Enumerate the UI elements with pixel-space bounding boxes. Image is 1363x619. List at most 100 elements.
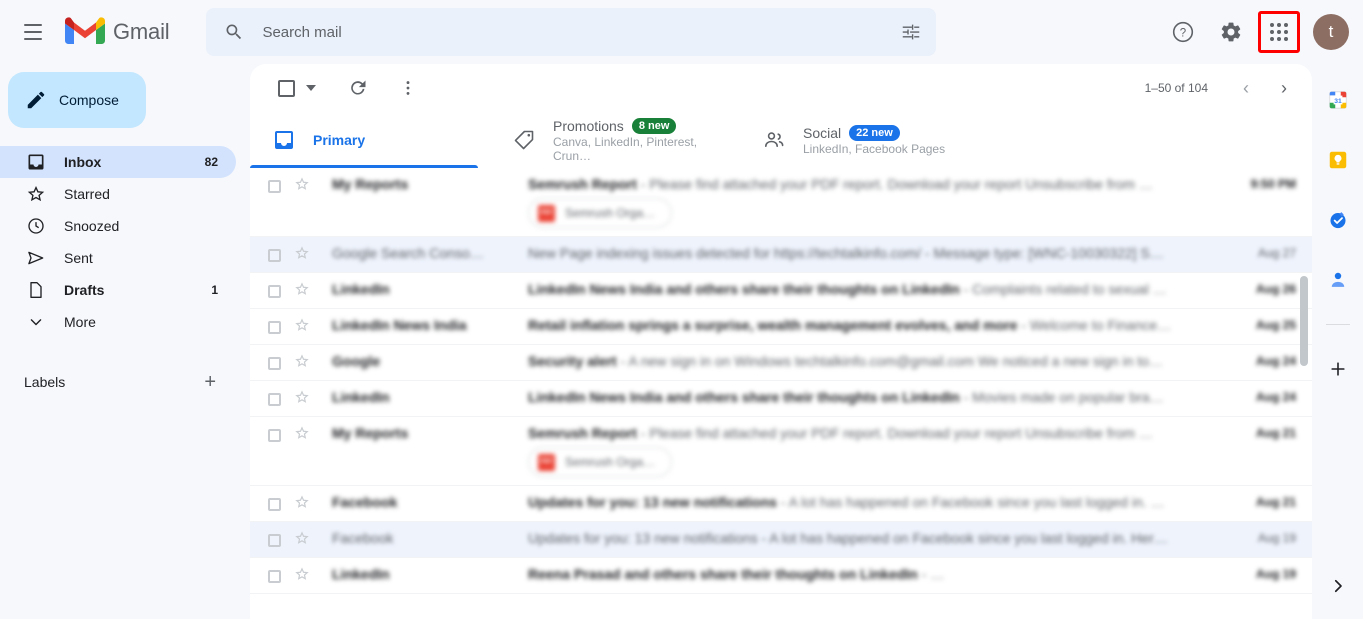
email-checkbox[interactable]: [264, 530, 284, 550]
email-content: Google Search Conso… New Page indexing is…: [314, 237, 1304, 267]
email-snippet: - Welcome to Finance…: [1017, 317, 1172, 333]
email-row[interactable]: My Reports Semrush Report - Please find a…: [250, 417, 1312, 486]
email-attachment-name: Semrush Orga…: [565, 455, 656, 469]
tab-social-content: Social 22 new LinkedIn, Facebook Pages: [803, 124, 945, 156]
email-row[interactable]: LinkedIn Reena Prasad and others share th…: [250, 558, 1312, 594]
email-row[interactable]: LinkedIn News India Retail inflation spri…: [250, 309, 1312, 345]
email-list-scrollbar[interactable]: [1300, 216, 1310, 619]
star-icon: [26, 184, 46, 204]
plus-icon: [1330, 362, 1345, 376]
email-checkbox[interactable]: [264, 566, 284, 586]
email-checkbox[interactable]: [264, 494, 284, 514]
refresh-button[interactable]: [340, 70, 376, 106]
email-primary-line: My Reports Semrush Report - Please find a…: [314, 176, 1304, 192]
email-row[interactable]: LinkedIn LinkedIn News India and others s…: [250, 273, 1312, 309]
email-subject-snippet: Updates for you: 13 new notifications - …: [528, 494, 1242, 510]
add-app-button[interactable]: [1318, 349, 1358, 389]
email-row[interactable]: Facebook Updates for you: 13 new notifica…: [250, 522, 1312, 558]
email-sender: My Reports: [332, 176, 409, 192]
email-subject-snippet: Reena Prasad and others share their thou…: [528, 566, 1242, 582]
email-checkbox[interactable]: [264, 176, 284, 196]
star-icon[interactable]: [294, 281, 314, 301]
google-contacts-button[interactable]: [1318, 260, 1358, 300]
email-snippet: - Movies made on popular bra…: [959, 389, 1164, 405]
sidebar-item-sent[interactable]: Sent: [0, 242, 236, 274]
star-icon[interactable]: [294, 317, 314, 337]
compose-button[interactable]: Compose: [8, 72, 146, 128]
email-attachment-chip[interactable]: PDF Semrush Orga…: [528, 198, 673, 228]
select-all-checkbox[interactable]: [268, 70, 304, 106]
tab-promotions-title-row: Promotions 8 new: [553, 117, 730, 134]
star-icon[interactable]: [294, 353, 314, 373]
email-attachment-chip[interactable]: PDF Semrush Orga…: [528, 447, 673, 477]
help-button[interactable]: ?: [1162, 11, 1204, 53]
email-content: My Reports Semrush Report - Please find a…: [314, 168, 1304, 236]
tab-primary[interactable]: Primary: [250, 112, 490, 168]
email-checkbox[interactable]: [264, 425, 284, 445]
email-checkbox[interactable]: [264, 389, 284, 409]
gmail-logo-icon: [65, 17, 105, 44]
email-row[interactable]: My Reports Semrush Report - Please find a…: [250, 168, 1312, 237]
more-options-button[interactable]: [390, 70, 426, 106]
next-page-button[interactable]: ›: [1266, 70, 1302, 106]
email-date: 9:50 PM: [1250, 177, 1296, 191]
top-app-bar: Gmail ?: [0, 0, 1363, 64]
email-checkbox[interactable]: [264, 245, 284, 265]
email-row[interactable]: Google Search Conso… New Page indexing is…: [250, 237, 1312, 273]
email-primary-line: LinkedIn LinkedIn News India and others s…: [314, 281, 1304, 297]
email-subject-snippet: Security alert - A new sign in on Window…: [528, 353, 1242, 369]
google-keep-button[interactable]: [1318, 140, 1358, 180]
sidebar-item-inbox[interactable]: Inbox 82: [0, 146, 236, 178]
avatar[interactable]: t: [1313, 14, 1349, 50]
filter-options-icon[interactable]: [900, 21, 922, 43]
mail-list-panel: 1–50 of 104 ‹ › Primary Promotions 8 new…: [250, 64, 1312, 619]
select-options-chevron-down-icon[interactable]: [306, 85, 316, 91]
settings-button[interactable]: [1210, 11, 1252, 53]
star-icon[interactable]: [294, 530, 314, 550]
email-sender: My Reports: [332, 425, 409, 441]
star-icon[interactable]: [294, 566, 314, 586]
left-sidebar: Compose Inbox 82 Starred Snoozed Sent Dr…: [0, 64, 250, 619]
scrollbar-thumb[interactable]: [1300, 276, 1308, 366]
tab-promotions[interactable]: Promotions 8 new Canva, LinkedIn, Pinter…: [490, 112, 740, 168]
star-icon[interactable]: [294, 389, 314, 409]
sidebar-item-starred[interactable]: Starred: [0, 178, 236, 210]
star-icon[interactable]: [294, 494, 314, 514]
expand-side-panel-button[interactable]: [1319, 567, 1357, 605]
search-container: [206, 8, 937, 56]
sidebar-item-snoozed[interactable]: Snoozed: [0, 210, 236, 242]
sidebar-item-drafts[interactable]: Drafts 1: [0, 274, 236, 306]
search-input[interactable]: [262, 23, 901, 41]
email-subject: Semrush Report: [528, 425, 637, 441]
right-side-rail: 31: [1312, 64, 1363, 619]
email-primary-line: LinkedIn News India Retail inflation spri…: [314, 317, 1304, 333]
hamburger-menu-icon[interactable]: [9, 8, 57, 56]
clock-icon: [26, 216, 46, 236]
google-apps-button[interactable]: [1258, 11, 1300, 53]
tab-social-title-row: Social 22 new: [803, 124, 945, 141]
email-checkbox[interactable]: [264, 353, 284, 373]
pdf-icon: PDF: [538, 204, 555, 222]
email-row[interactable]: Facebook Updates for you: 13 new notifica…: [250, 486, 1312, 522]
sidebar-item-more[interactable]: More: [0, 306, 236, 338]
email-content: Google Security alert - A new sign in on …: [314, 345, 1304, 375]
star-icon[interactable]: [294, 245, 314, 265]
tab-social[interactable]: Social 22 new LinkedIn, Facebook Pages: [740, 112, 955, 168]
email-row[interactable]: LinkedIn LinkedIn News India and others s…: [250, 381, 1312, 417]
search-bar[interactable]: [206, 8, 937, 56]
email-checkbox[interactable]: [264, 317, 284, 337]
star-icon[interactable]: [294, 425, 314, 445]
email-date: Aug 19: [1257, 531, 1296, 545]
tag-icon: [514, 130, 534, 150]
gmail-brand[interactable]: Gmail: [65, 17, 170, 47]
tab-subtitle: Canva, LinkedIn, Pinterest, Crun…: [553, 134, 698, 163]
add-label-button[interactable]: +: [204, 372, 216, 392]
chevron-down-icon: [26, 312, 46, 332]
email-row[interactable]: Google Security alert - A new sign in on …: [250, 345, 1312, 381]
google-calendar-button[interactable]: 31: [1318, 80, 1358, 120]
google-tasks-button[interactable]: [1318, 200, 1358, 240]
email-checkbox[interactable]: [264, 281, 284, 301]
star-icon[interactable]: [294, 176, 314, 196]
previous-page-button[interactable]: ‹: [1228, 70, 1264, 106]
email-snippet: - A lot has happened on Facebook since y…: [757, 530, 1168, 546]
